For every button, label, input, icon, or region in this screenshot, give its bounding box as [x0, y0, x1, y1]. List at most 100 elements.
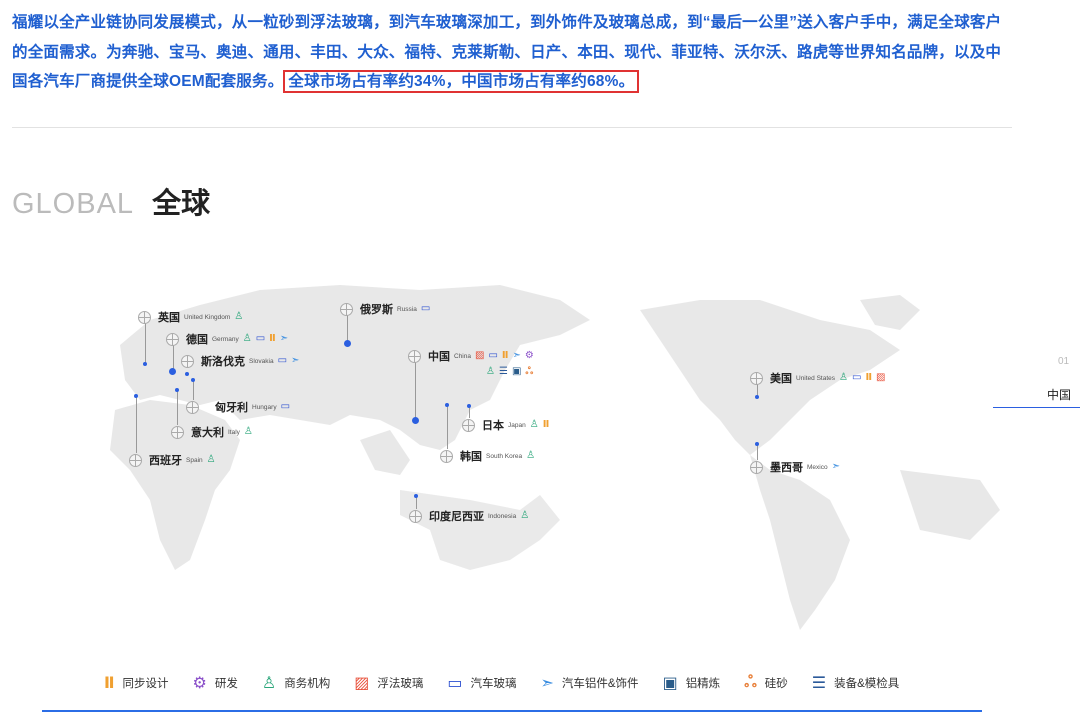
- business-icon: ♙: [234, 311, 244, 322]
- marker-korea[interactable]: 韩国 South Korea ♙: [440, 448, 535, 464]
- equipment-icon: ☰: [811, 675, 827, 692]
- marker-label: 英国: [158, 312, 180, 324]
- marker-label-en: South Korea: [486, 452, 523, 460]
- location-dot: [755, 395, 759, 399]
- globe-icon: [408, 349, 421, 363]
- auto-glass-icon: ▭: [280, 401, 291, 412]
- location-dot: [467, 404, 471, 408]
- aluminum-parts-icon: ➣: [540, 675, 554, 692]
- marker-label: 韩国: [460, 451, 482, 463]
- aluminum-refining-icon: ▣: [511, 366, 522, 377]
- marker-mexico[interactable]: 墨西哥 Mexico ➣: [750, 459, 840, 475]
- sync-design-icon: Ⅱ: [501, 350, 509, 361]
- legend-label: 汽车玻璃: [470, 678, 517, 690]
- location-dot: [414, 494, 418, 498]
- business-icon: ♙: [206, 454, 216, 465]
- silica-icon: ஃ: [525, 366, 534, 377]
- marker-label: 匈牙利: [215, 402, 248, 414]
- marker-spain[interactable]: 西班牙 Spain ♙: [129, 452, 216, 468]
- marker-germany[interactable]: 德国 Germany ♙ ▭ Ⅱ ➣: [166, 331, 288, 347]
- globe-icon: [440, 449, 453, 463]
- legend-aluminum-parts: ➣ 汽车铝件&饰件: [540, 673, 638, 693]
- aluminum-parts-icon: ➣: [279, 333, 289, 344]
- location-dot: [185, 372, 189, 376]
- legend: Ⅱ 同步设计 ⚙ 研发 ♙ 商务机构 ▨ 浮法玻璃 ▭ 汽车玻璃 ➣ 汽车铝件&饰件 ▣ 铝精…: [104, 673, 923, 693]
- marker-label-en: Russia: [397, 305, 417, 313]
- legend-label: 装备&模检具: [834, 678, 900, 690]
- marker-label-en: Slovakia: [249, 357, 274, 365]
- marker-label-en: China: [454, 352, 471, 360]
- silica-icon: ஃ: [744, 674, 757, 691]
- location-dot: [412, 417, 419, 424]
- float-glass-icon: ▨: [474, 350, 485, 361]
- float-glass-icon: ▨: [876, 372, 886, 383]
- globe-icon: [186, 400, 199, 414]
- marker-china[interactable]: 中国 China ▨ ▭ Ⅱ ➣ ⚙: [408, 348, 534, 364]
- legend-aluminum-refining: ▣ 铝精炼: [663, 673, 721, 693]
- world-map: [110, 285, 1000, 630]
- business-icon: ♙: [242, 333, 252, 344]
- globe-icon: [340, 302, 353, 316]
- rnd-icon: ⚙: [524, 350, 534, 361]
- business-icon: ♙: [261, 675, 277, 692]
- legend-label: 商务机构: [284, 678, 331, 690]
- auto-glass-icon: ▭: [255, 333, 266, 344]
- globe-icon: [166, 332, 179, 346]
- marker-label: 俄罗斯: [360, 304, 393, 316]
- globe-icon: [409, 509, 422, 523]
- legend-equipment: ☰ 装备&模检具: [812, 673, 900, 693]
- marker-label-en: Japan: [508, 421, 526, 429]
- bottom-accent-line: [42, 710, 982, 712]
- sync-design-icon: Ⅱ: [269, 333, 276, 344]
- legend-business: ♙ 商务机构: [262, 673, 330, 693]
- legend-label: 浮法玻璃: [377, 678, 424, 690]
- marker-usa[interactable]: 美国 United States ♙ ▭ Ⅱ ▨: [750, 370, 886, 386]
- marker-hungary[interactable]: 匈牙利 Hungary ▭: [186, 399, 290, 415]
- globe-icon: [750, 460, 763, 474]
- marker-label: 西班牙: [149, 455, 182, 467]
- china-icons-row2: ♙ ☰ ▣ ஃ: [486, 367, 533, 377]
- marker-japan[interactable]: 日本 Japan ♙ Ⅱ: [462, 417, 549, 433]
- globe-icon: [462, 418, 475, 432]
- marker-italy[interactable]: 意大利 Italy ♙: [171, 424, 253, 440]
- legend-auto-glass: ▭ 汽车玻璃: [447, 673, 516, 693]
- legend-label: 同步设计: [122, 678, 169, 690]
- marker-label: 墨西哥: [770, 462, 803, 474]
- legend-silica: ஃ 硅砂: [744, 673, 788, 693]
- aluminum-parts-icon: ➣: [831, 461, 840, 472]
- marker-uk[interactable]: 英国 United Kingdom ♙: [138, 309, 243, 325]
- rnd-icon: ⚙: [192, 675, 207, 692]
- sync-design-icon: Ⅱ: [865, 372, 873, 383]
- location-dot: [445, 403, 449, 407]
- marker-label: 日本: [482, 420, 504, 432]
- aluminum-parts-icon: ➣: [512, 350, 521, 361]
- marker-label: 中国: [428, 351, 450, 363]
- marker-russia[interactable]: 俄罗斯 Russia ▭: [340, 301, 430, 317]
- legend-sync-design: Ⅱ 同步设计: [104, 673, 169, 693]
- globe-icon: [181, 354, 194, 368]
- marker-label: 斯洛伐克: [201, 356, 245, 368]
- location-dot: [755, 442, 759, 446]
- location-dot: [143, 362, 147, 366]
- auto-glass-icon: ▭: [420, 303, 431, 314]
- marker-label: 美国: [770, 373, 792, 385]
- globe-icon: [129, 453, 142, 467]
- auto-glass-icon: ▭: [447, 675, 463, 692]
- marker-slovakia[interactable]: 斯洛伐克 Slovakia ▭ ➣: [181, 353, 299, 369]
- aluminum-refining-icon: ▣: [662, 675, 678, 692]
- equipment-icon: ☰: [498, 366, 508, 377]
- side-nav-china[interactable]: 中国: [1047, 386, 1071, 403]
- globe-icon: [750, 371, 763, 385]
- business-icon: ♙: [839, 372, 848, 383]
- marker-label-en: Spain: [186, 456, 203, 464]
- business-icon: ♙: [520, 510, 530, 521]
- marker-label-en: Hungary: [252, 403, 277, 411]
- auto-glass-icon: ▭: [488, 350, 498, 361]
- sync-design-icon: Ⅱ: [104, 675, 115, 692]
- location-dot: [191, 378, 195, 382]
- auto-glass-icon: ▭: [277, 355, 288, 366]
- side-nav-indicator: [993, 407, 1080, 408]
- legend-rnd: ⚙ 研发: [193, 673, 238, 693]
- marker-indonesia[interactable]: 印度尼西亚 Indonesia ♙: [409, 508, 529, 524]
- legend-label: 汽车铝件&饰件: [561, 678, 639, 690]
